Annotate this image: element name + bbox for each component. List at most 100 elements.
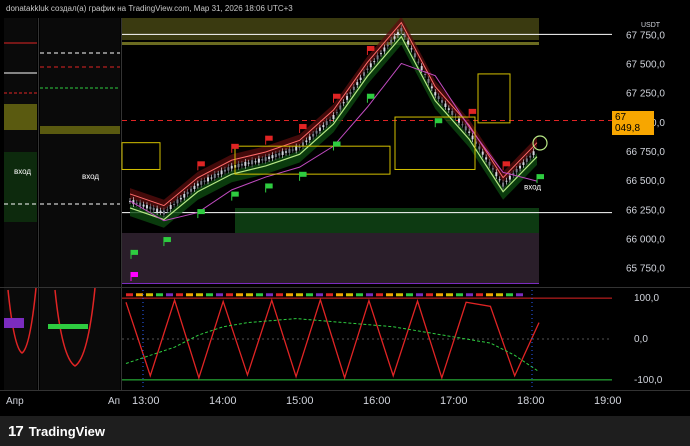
heat-strip-cell — [456, 293, 463, 297]
candle-body — [200, 181, 203, 185]
mini-zone — [4, 152, 37, 222]
candle-body — [183, 194, 186, 198]
candle-body — [502, 182, 505, 187]
resistance-zone — [122, 18, 539, 40]
currency-label: USDT — [641, 22, 661, 29]
heat-strip-cell — [156, 293, 163, 297]
candle-body — [203, 180, 206, 182]
candle-body — [339, 105, 342, 110]
buy-flag — [265, 183, 273, 189]
sell-flag — [469, 108, 477, 114]
candle-body — [390, 39, 393, 44]
buy-flag — [299, 171, 307, 177]
heat-strip-cell — [316, 293, 323, 297]
price-tick-label: 66 500,0 — [626, 176, 665, 187]
resistance-zone-edge — [122, 42, 539, 45]
candle-body — [427, 79, 430, 83]
sell-flag — [299, 124, 307, 130]
oscillator-tick-label: 0,0 — [634, 334, 648, 345]
candle-body — [525, 158, 528, 162]
candle-body — [247, 162, 250, 164]
candle-body — [295, 146, 298, 151]
price-tick-label: 66 000,0 — [626, 234, 665, 245]
heat-strip-cell — [376, 293, 383, 297]
candle-body — [519, 165, 522, 169]
heat-strip-cell — [406, 293, 413, 297]
candle-body — [447, 108, 450, 110]
heat-strip-cell — [206, 293, 213, 297]
heat-strip-cell — [126, 293, 133, 297]
candle-body — [451, 111, 454, 115]
candle-body — [237, 163, 240, 168]
sell-flag — [503, 161, 511, 167]
price-tick-label: 66 750,0 — [626, 147, 665, 158]
candle-body — [505, 180, 508, 182]
entry-label: вход — [82, 172, 99, 181]
heat-strip-cell — [186, 293, 193, 297]
heat-strip-cell — [306, 293, 313, 297]
candle-body — [352, 86, 355, 90]
candle-body — [481, 151, 484, 155]
buy-flag — [197, 209, 205, 215]
candle-body — [498, 179, 501, 181]
time-tick-label: 16:00 — [363, 395, 391, 407]
candle-body — [281, 151, 284, 155]
candle-body — [264, 157, 267, 161]
time-tick-label: 15:00 — [286, 395, 314, 407]
candle-body — [240, 163, 243, 166]
candle-body — [268, 156, 271, 159]
heat-strip-cell — [286, 293, 293, 297]
candle-body — [318, 127, 321, 131]
price-tick-label: 67 750,0 — [626, 30, 665, 41]
price-tick-label: 67 500,0 — [626, 60, 665, 71]
candle-body — [522, 162, 525, 165]
buy-flag — [537, 174, 544, 180]
entry-label: вход — [524, 182, 541, 191]
candle-body — [190, 188, 193, 192]
candle-body — [135, 202, 138, 204]
price-tick-label: 66 250,0 — [626, 205, 665, 216]
heat-strip-cell — [416, 293, 423, 297]
candle-body — [308, 136, 311, 140]
heat-strip-cell — [326, 293, 333, 297]
heat-strip-cell — [216, 293, 223, 297]
chart-frame[interactable]: вход вход Апр Ап вход 13:00 14:00 15:00 16:… — [0, 6, 690, 416]
candle-body — [301, 142, 304, 147]
candle-body — [230, 165, 233, 169]
chart-svg[interactable]: вход вход Апр Ап вход 13:00 14:00 15:00 16:… — [0, 6, 690, 416]
candle-body — [322, 125, 325, 128]
candle-body — [223, 169, 226, 172]
candle-body — [464, 126, 467, 131]
candle-body — [207, 177, 210, 182]
candle-body — [441, 100, 444, 103]
candle-body — [461, 124, 464, 126]
heat-strip-cell — [236, 293, 243, 297]
heat-strip-cell — [136, 293, 143, 297]
candle-body — [342, 102, 345, 104]
heat-strip-cell — [506, 293, 513, 297]
candle-body — [271, 155, 274, 159]
candle-body — [363, 72, 366, 76]
entry-label: вход — [14, 167, 31, 176]
candle-body — [424, 74, 427, 76]
candle-body — [210, 177, 213, 179]
candle-body — [349, 92, 352, 95]
brand-name[interactable]: TradingView — [29, 424, 105, 439]
candle-body — [457, 118, 460, 123]
candle-body — [186, 191, 189, 195]
candle-body — [193, 185, 196, 189]
price-axis: 65 750,0 66 000,0 66 250,0 66 500,0 66 750,0… — [626, 30, 665, 274]
candle-body — [244, 161, 247, 166]
heat-strip-cell — [436, 293, 443, 297]
candle-body — [159, 210, 162, 213]
candle-body — [145, 205, 148, 209]
last-price-value: 67 049,8 — [615, 112, 641, 134]
buy-flag — [131, 249, 138, 255]
candle-body — [179, 197, 182, 200]
candle-body — [410, 48, 413, 50]
time-tick-label: 19:00 — [594, 395, 622, 407]
buy-flag — [435, 118, 443, 124]
candle-body — [261, 159, 264, 161]
candle-body — [274, 153, 277, 158]
time-tick-label: 18:00 — [517, 395, 545, 407]
